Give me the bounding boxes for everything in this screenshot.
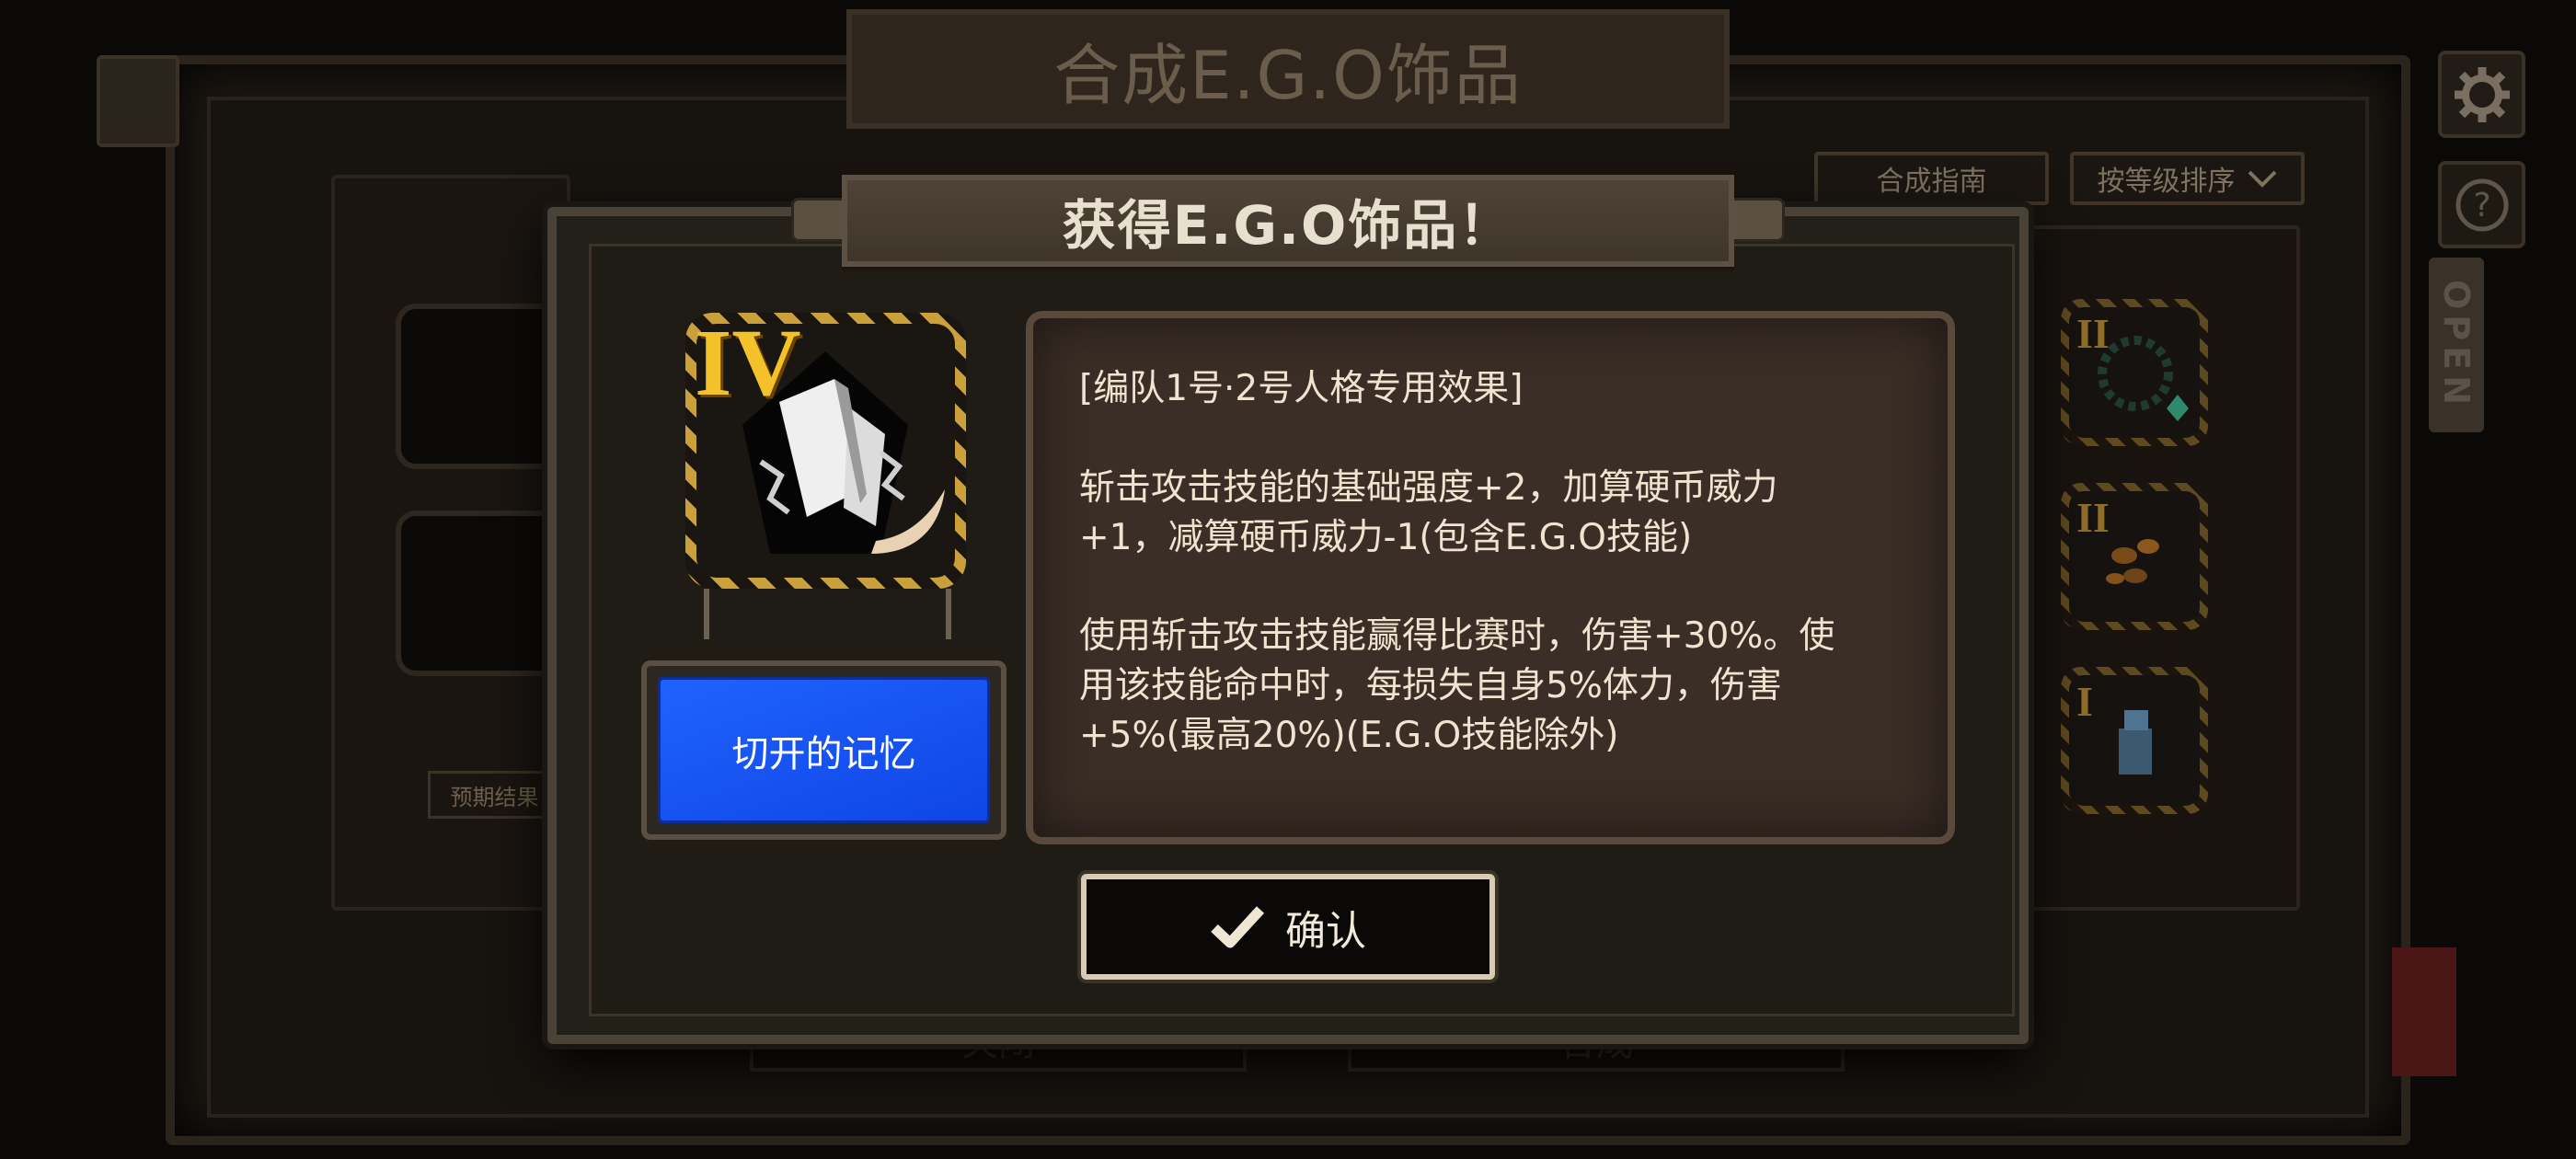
ego-name-plate: 切开的记忆 [641,660,1006,840]
description-line: +5%(最高20%)(E.G.O技能除外) [1079,715,1619,757]
modal-title: 获得E.G.O饰品！ [1062,194,1514,257]
list-item[interactable]: II [2061,483,2208,630]
description-header: [编队1号·2号人格专用效果] [1079,368,1524,409]
help-button[interactable]: ? [2438,161,2525,248]
butterflies-icon [2106,539,2159,584]
chain-right [946,589,951,639]
expected-result-label: 预期结果 [428,771,561,819]
lighter-icon [2119,710,2152,775]
sort-dropdown[interactable]: 按等级排序 [2070,152,2305,205]
ego-grade: IV [695,310,801,416]
box-icon[interactable] [97,55,179,147]
ego-name: 切开的记忆 [658,677,990,823]
chain-left [704,589,709,639]
material-slot[interactable] [396,511,561,676]
description-line: 使用斩击攻击技能赢得比赛时，伤害+30%。使 [1079,615,1835,658]
modal-title-plate: 获得E.G.O饰品！ [842,175,1734,267]
description-line: +1，减算硬币威力-1(包含E.G.O技能) [1079,516,1693,558]
ego-description-panel: [编队1号·2号人格专用效果] 斩击攻击技能的基础强度+2，加算硬币威力 +1，… [1026,311,1955,844]
background-title: 合成E.G.O饰品 [1053,36,1523,114]
checkmark-icon [1211,905,1265,947]
chevron-down-icon [2248,170,2276,188]
list-item[interactable]: II [2061,299,2208,446]
open-strip[interactable]: OPEN [2429,258,2484,432]
question-icon: ? [2455,178,2508,231]
confirm-button[interactable]: 确认 [1081,874,1495,980]
background-red-tab [2392,947,2456,1076]
background-title-plate: 合成E.G.O饰品 [846,9,1730,129]
settings-button[interactable] [2438,51,2525,138]
synthesis-guide-button[interactable]: 合成指南 [1814,152,2049,205]
material-slot[interactable] [396,304,561,469]
confirm-label: 确认 [1285,907,1366,955]
list-item[interactable]: I [2061,667,2208,814]
description-line: 用该技能命中时，每损失自身5%体力，伤害 [1079,665,1782,707]
description-line: 斩击攻击技能的基础强度+2，加算硬币威力 [1079,466,1778,509]
thorn-wreath-icon [2098,336,2189,421]
sort-dropdown-label: 按等级排序 [2097,166,2236,198]
gear-icon [2454,66,2510,122]
svg-text:?: ? [2473,187,2490,224]
